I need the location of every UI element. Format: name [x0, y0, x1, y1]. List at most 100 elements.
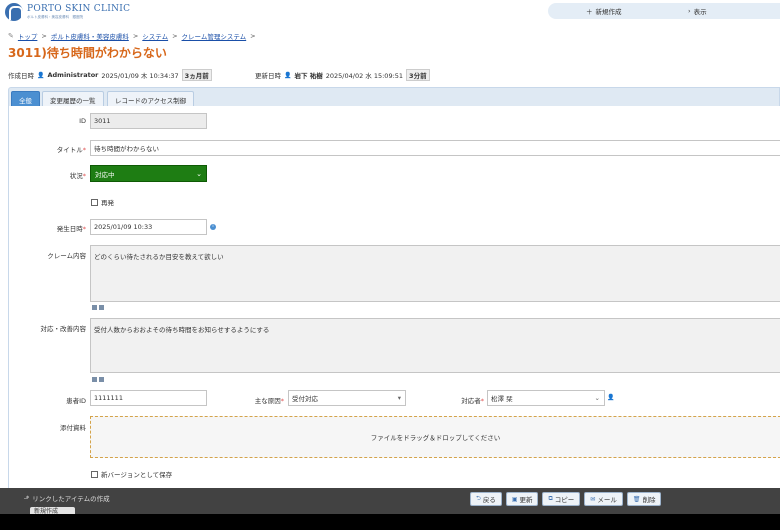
cause-label: 主な原因*: [255, 395, 284, 405]
tab-change-history[interactable]: 変更履歴の一覧: [42, 91, 104, 107]
handler-select[interactable]: 松澤 栞 ⌄: [487, 390, 605, 406]
breadcrumb-item-system[interactable]: システム: [142, 31, 168, 41]
cause-select[interactable]: 受付対応 ▾: [288, 390, 406, 406]
tab-general[interactable]: 全般: [11, 91, 40, 107]
updated-label: 更新日時: [255, 72, 281, 80]
action-bar: [0, 488, 780, 514]
chevron-down-icon: ⌄: [196, 169, 202, 178]
back-icon: ⮌: [476, 495, 481, 502]
file-icon[interactable]: [99, 305, 104, 310]
top-bar: PORTO SKIN CLINIC ポルト皮膚科・美容皮膚科 銀座院 ＋ 新規作…: [0, 0, 780, 24]
status-select[interactable]: 対応中 ⌄: [90, 165, 207, 182]
pencil-icon: ✎: [8, 32, 14, 40]
editor-icons: [92, 305, 104, 310]
delete-button[interactable]: 🗑 削除: [626, 492, 662, 506]
clinic-logo[interactable]: PORTO SKIN CLINIC ポルト皮膚科・美容皮膚科 銀座院: [5, 3, 130, 21]
updated-info: 更新日時 👤 岩下 祐樹 2025/04/02 水 15:09:51 3分前: [255, 69, 430, 81]
divider: [24, 498, 28, 499]
copy-icon: ⧉: [548, 495, 553, 502]
save-icon: ▣: [511, 495, 518, 503]
user-icon: 👤: [37, 71, 45, 79]
handler-label: 対応者*: [461, 395, 484, 405]
breadcrumb-separator: >: [172, 32, 178, 40]
breadcrumb-item-clinic[interactable]: ポルト皮膚科・美容皮膚科: [51, 31, 129, 41]
updated-user[interactable]: 岩下 祐樹: [294, 70, 322, 80]
view-menu-label: 表示: [693, 8, 707, 16]
date-label-text: 発生日時: [56, 225, 83, 233]
recur-checkbox[interactable]: 再発: [91, 197, 114, 207]
title-input[interactable]: 待ち時間がわからない: [90, 140, 780, 156]
copy-button-label: コピー: [554, 496, 575, 504]
form-area: ID 3011 タイトル* 待ち時間がわからない 状況* 対応中 ⌄ 再発 発生…: [8, 106, 780, 488]
response-label: 対応・改善内容: [40, 325, 87, 333]
recur-label: 再発: [101, 199, 114, 207]
image-icon[interactable]: [92, 377, 97, 382]
screen-bottom-edge: [0, 514, 780, 530]
handler-value: 松澤 栞: [491, 395, 513, 403]
status-label: 状況*: [70, 170, 86, 180]
plus-icon: ＋: [586, 8, 593, 16]
id-label: ID: [79, 117, 86, 125]
chevron-down-icon: ▾: [397, 394, 401, 402]
cause-value: 受付対応: [292, 395, 318, 403]
mail-button[interactable]: ✉ メール: [584, 492, 623, 506]
attach-label: 添付資料: [60, 424, 86, 432]
top-navigation: ＋ 新規作成 › 表示: [548, 3, 780, 19]
page-title: 3011)待ち時間がわからない: [8, 46, 167, 60]
mail-icon: ✉: [590, 495, 596, 503]
required-mark: *: [280, 397, 284, 405]
patient-id-label: 患者ID: [66, 397, 86, 405]
cause-label-text: 主な原因: [254, 397, 281, 405]
file-icon[interactable]: [99, 377, 104, 382]
delete-button-label: 削除: [642, 496, 656, 504]
tab-access-control[interactable]: レコードのアクセス制御: [107, 91, 195, 107]
created-ago-badge: 3ヵ月前: [181, 69, 212, 81]
chevron-right-icon: ›: [688, 7, 691, 15]
breadcrumb-separator: >: [41, 32, 47, 40]
back-button[interactable]: ⮌ 戻る: [470, 492, 502, 506]
checkbox-box[interactable]: [91, 198, 98, 206]
file-dropzone[interactable]: ファイルをドラッグ＆ドロップしてください: [90, 416, 780, 458]
date-input[interactable]: 2025/01/09 10:33: [90, 219, 207, 235]
checkbox-box[interactable]: [91, 470, 98, 478]
image-icon[interactable]: [92, 305, 97, 310]
trash-icon: 🗑: [632, 495, 641, 503]
created-date: 2025/01/09 木 10:34:37: [101, 72, 179, 80]
new-menu[interactable]: ＋ 新規作成: [586, 6, 622, 16]
updated-ago-badge: 3分前: [406, 69, 430, 81]
created-user[interactable]: Administrator: [47, 71, 98, 79]
action-buttons: ⮌ 戻る ▣ 更新 ⧉ コピー ✉ メール 🗑 削除: [470, 492, 662, 506]
id-field: 3011: [90, 113, 207, 129]
back-button-label: 戻る: [482, 496, 496, 504]
logo-subtitle: ポルト皮膚科・美容皮膚科 銀座院: [27, 15, 83, 19]
user-icon[interactable]: 👤: [607, 394, 614, 401]
status-label-text: 状況: [69, 172, 83, 180]
date-label: 発生日時*: [57, 223, 86, 233]
tab-bar: 全般 変更履歴の一覧 レコードのアクセス制御: [8, 87, 780, 107]
new-version-checkbox[interactable]: 新バージョンとして保存: [91, 469, 172, 479]
info-icon[interactable]: i: [210, 224, 216, 230]
breadcrumb: ✎ トップ > ポルト皮膚科・美容皮膚科 > システム > クレーム管理システム…: [8, 31, 256, 41]
updated-date: 2025/04/02 水 15:09:51: [325, 72, 404, 80]
chevron-down-icon: ⌄: [594, 394, 600, 402]
response-textarea[interactable]: 受付人数からおおよその待ち時間をお知らせするようにする: [90, 318, 780, 373]
mail-button-label: メール: [597, 496, 617, 504]
user-icon: 👤: [284, 71, 292, 79]
linked-items-label: リンクしたアイテムの作成: [32, 495, 110, 503]
created-label: 作成日時: [8, 72, 34, 80]
update-button[interactable]: ▣ 更新: [505, 492, 539, 506]
linked-items-section[interactable]: * リンクしたアイテムの作成: [24, 493, 110, 503]
view-menu[interactable]: › 表示: [688, 6, 707, 16]
title-label-text: タイトル: [56, 146, 83, 154]
breadcrumb-separator: >: [250, 32, 256, 40]
breadcrumb-item-top[interactable]: トップ: [18, 31, 38, 41]
editor-icons: [92, 377, 104, 382]
breadcrumb-item-claim-system[interactable]: クレーム管理システム: [182, 31, 247, 41]
new-menu-label: 新規作成: [595, 8, 622, 16]
patient-id-input[interactable]: 1111111: [90, 390, 207, 406]
required-mark: *: [82, 225, 86, 233]
breadcrumb-separator: >: [132, 32, 139, 40]
copy-button[interactable]: ⧉ コピー: [542, 492, 581, 506]
claim-textarea[interactable]: どのくらい待たされるか目安を教えて欲しい: [90, 245, 780, 302]
handler-label-text: 対応者: [461, 397, 481, 405]
